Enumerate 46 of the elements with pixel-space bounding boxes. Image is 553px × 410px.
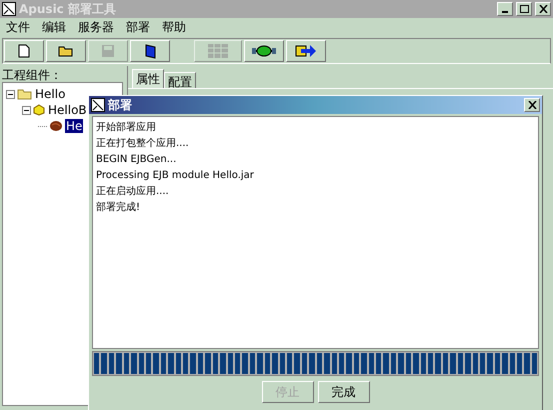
- toolbar-button[interactable]: [130, 40, 170, 62]
- tree-item[interactable]: He: [65, 119, 84, 133]
- maximize-button[interactable]: [516, 2, 532, 16]
- menu-item[interactable]: 服务器: [78, 18, 114, 36]
- minimize-button[interactable]: [497, 2, 513, 16]
- bean-icon: [49, 120, 63, 132]
- close-button[interactable]: [535, 2, 551, 16]
- floppy-icon: [101, 44, 115, 58]
- app-icon: [2, 2, 16, 16]
- dialog-title: 部署: [108, 97, 132, 114]
- window-title: Apusic 部署工具: [19, 1, 116, 18]
- expander-icon[interactable]: [22, 106, 31, 114]
- tree-item[interactable]: Hello: [34, 87, 66, 101]
- menu-item[interactable]: 编辑: [42, 18, 66, 36]
- grid-icon: [207, 43, 229, 59]
- log-line: 开始部署应用: [96, 120, 157, 135]
- maximize-icon: [520, 5, 528, 13]
- expander-icon[interactable]: [6, 90, 15, 98]
- menu-item[interactable]: 文件: [6, 18, 30, 36]
- new-file-icon: [18, 44, 30, 58]
- book-icon: [144, 44, 156, 58]
- toolbar-button[interactable]: [244, 40, 284, 62]
- log-line: 正在打包整个应用....: [96, 136, 190, 151]
- tab[interactable]: 配置: [164, 72, 196, 88]
- export-arrow-icon: [295, 44, 317, 58]
- log-line: Processing EJB module Hello.jar: [96, 169, 255, 183]
- log-line: 部署完成!: [96, 200, 142, 215]
- close-icon: [538, 5, 548, 13]
- app-icon: [91, 98, 105, 112]
- menu-item[interactable]: 帮助: [162, 18, 186, 36]
- toolbar-button[interactable]: [286, 40, 326, 62]
- dialog-button[interactable]: 完成: [318, 381, 370, 403]
- panel-label: 工程组件：: [1, 67, 63, 82]
- cube-icon: [33, 104, 45, 116]
- folder-icon: [58, 45, 74, 57]
- toolbar-button[interactable]: [46, 40, 86, 62]
- tab[interactable]: 属性: [132, 69, 164, 88]
- plug-icon: [251, 44, 277, 58]
- folder-icon: [17, 88, 32, 100]
- close-icon: [528, 101, 536, 109]
- menu-item[interactable]: 部署: [126, 18, 150, 36]
- close-button[interactable]: [524, 98, 540, 112]
- log-line: 正在启动应用....: [96, 184, 170, 199]
- tree-item[interactable]: HelloB: [47, 103, 88, 117]
- toolbar-button[interactable]: [4, 40, 44, 62]
- log-line: BEGIN EJBGen...: [96, 153, 178, 167]
